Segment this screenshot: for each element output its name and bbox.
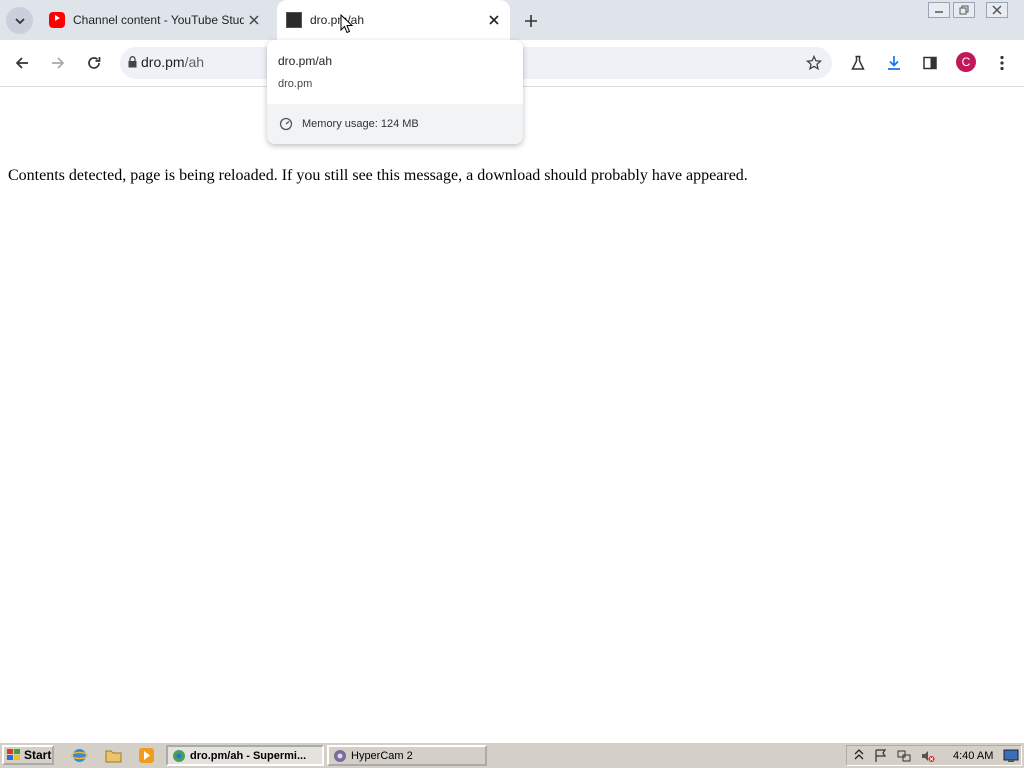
close-icon [992,5,1002,15]
windows-logo-icon [7,749,20,760]
chevron-up-icon[interactable] [854,749,864,761]
start-label: Start [24,748,52,762]
side-panel-icon [923,56,937,70]
tab-youtube-studio[interactable]: Channel content - YouTube Studio [40,0,270,40]
download-icon [888,56,900,70]
reload-icon [88,57,101,69]
flag-icon[interactable] [874,749,888,763]
reload-button[interactable] [80,49,108,77]
memory-usage: Memory usage: 124 MB [302,118,419,130]
volume-muted-icon[interactable] [921,749,935,763]
url-text[interactable]: dro.pm/ah [141,54,204,70]
close-window-button[interactable] [986,2,1008,18]
arrow-right-icon [52,57,65,69]
profile-avatar[interactable]: C [956,52,976,72]
plus-icon [524,14,537,27]
labs-button[interactable] [844,49,872,77]
minimize-button[interactable] [928,2,950,18]
system-tray: 4:40 AM [846,745,1022,766]
network-icon[interactable] [897,749,911,763]
taskbar: Start dro.pm/ah - Supermi... HyperCam 2 … [0,742,1024,768]
tab-close-button[interactable] [484,10,504,30]
taskbar-item-browser[interactable]: dro.pm/ah - Supermi... [166,745,324,766]
close-icon [249,15,259,25]
tab-strip: Channel content - YouTube Studio dro.pm/… [0,0,1024,40]
star-icon [806,55,822,71]
arrow-left-icon [15,57,28,69]
mouse-cursor-icon [340,14,354,34]
taskbar-item-hypercam[interactable]: HyperCam 2 [327,745,487,766]
back-button[interactable] [8,49,36,77]
new-tab-button[interactable] [517,7,544,34]
url-path: /ah [184,54,205,70]
hover-card-domain: dro.pm [278,78,313,90]
tab-hover-card: dro.pm/ah dro.pm Memory usage: 124 MB [267,40,523,144]
hover-card-title: dro.pm/ah [278,54,333,68]
tab-title: Channel content - YouTube Studio [73,13,244,27]
show-desktop-icon[interactable] [1003,749,1019,763]
restore-button[interactable] [953,2,975,18]
url-host: dro.pm [141,54,185,70]
restore-icon [959,5,969,15]
flask-icon [851,55,865,70]
more-vertical-icon [1000,55,1004,71]
start-button[interactable]: Start [2,745,54,765]
minimize-icon [935,11,943,13]
hypercam-icon [334,749,346,762]
menu-button[interactable] [988,49,1016,77]
media-player-icon[interactable] [138,747,155,764]
chevron-down-icon [14,17,25,24]
internet-explorer-icon[interactable] [71,747,88,764]
side-panel-button[interactable] [916,49,944,77]
close-icon [489,15,499,25]
youtube-icon [49,12,65,28]
tab-search-button[interactable] [6,7,33,34]
gauge-icon [279,117,293,131]
downloads-button[interactable] [880,49,908,77]
lock-icon [128,56,137,68]
page-message: Contents detected, page is being reloade… [8,167,748,184]
tab-dro-pm[interactable]: dro.pm/ah [277,0,510,40]
taskbar-item-label: HyperCam 2 [351,749,413,762]
hover-card-footer: Memory usage: 124 MB [267,104,523,144]
tab-title: dro.pm/ah [310,13,365,27]
browser-icon [173,749,185,762]
tab-close-button[interactable] [244,10,264,30]
folder-icon[interactable] [105,747,122,764]
bookmark-button[interactable] [800,49,828,77]
forward-button[interactable] [44,49,72,77]
clock: 4:40 AM [953,750,994,762]
taskbar-item-label: dro.pm/ah - Supermi... [190,749,307,762]
dro-pm-icon [286,12,302,28]
